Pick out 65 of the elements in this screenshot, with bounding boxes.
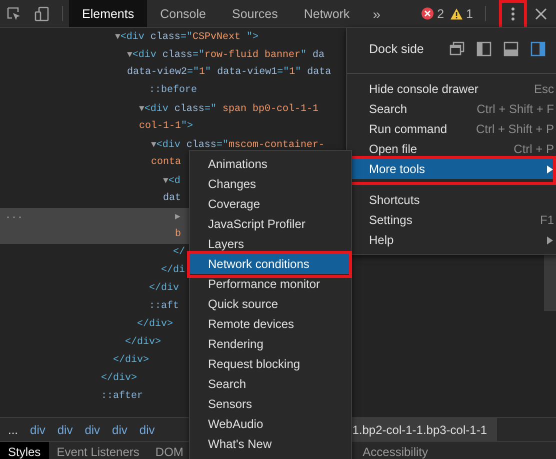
code-line: ::before [149,84,198,98]
code-line: col-1-1"> [139,120,194,134]
kebab-menu-icon [511,6,515,20]
shortcut-label: Ctrl + P [514,142,554,156]
code-line: ::after [101,390,144,404]
pane-tab[interactable]: Styles [0,442,49,459]
code-line: data-view2="1" data-view1="1" data [127,66,332,80]
menu-item[interactable]: Run command Ctrl + Shift + P [347,119,556,139]
menu-item[interactable]: Rendering [190,334,351,354]
breadcrumb[interactable]: div [51,418,79,441]
close-icon[interactable] [535,8,547,20]
shortcut-label: Esc [534,82,554,96]
inspect-icon[interactable] [6,6,22,22]
pane-tab[interactable]: DOM [147,442,192,459]
code-line: b [175,228,182,242]
code-line: </div> [137,318,174,332]
menu-item[interactable]: Network conditions [190,254,351,274]
menu-item[interactable]: Request blocking [190,354,351,374]
warning-count: 1 [466,6,473,20]
menu-item[interactable]: Search [190,374,351,394]
submenu-arrow-icon [546,236,554,244]
menu-item[interactable]: WebAudio [190,414,351,434]
pane-tab[interactable]: Accessibility [358,442,432,459]
panel-tab[interactable]: Elements [69,0,148,27]
code-line: ▼<div class="row-fluid banner" da [127,48,324,63]
error-count: 2 [437,6,444,20]
breadcrumb[interactable]: ... [0,418,24,441]
code-line: ▼<div class=" span bp0-col-1-1 [139,102,318,117]
panel-tab[interactable]: Sources [218,0,291,27]
breadcrumb[interactable]: div [106,418,134,441]
menu-item[interactable]: Remote devices [190,314,351,334]
code-line: </di [161,264,186,278]
shortcut-label: F1 [540,213,554,227]
code-line: ▼<div class="mscom-container- [151,138,324,153]
menu-item[interactable]: Hide console drawer Esc [347,79,556,99]
pane-tab[interactable]: Event Listeners [48,442,148,459]
breadcrumb[interactable]: div [133,418,161,441]
code-line: dat [163,192,182,206]
error-icon [421,7,434,20]
submenu-arrow-icon [546,164,554,174]
dock-side-label: Dock side [369,42,425,56]
menu-item[interactable]: Performance monitor [190,274,351,294]
panel-tab[interactable]: Console [147,0,219,27]
code-line: ▼<d [163,174,180,189]
code-line: conta [151,156,182,170]
code-line: </div> [125,336,162,350]
device-icon[interactable] [34,6,50,22]
breadcrumb[interactable]: div [78,418,106,441]
more-tabs-button[interactable]: » [362,0,390,27]
menu-item[interactable]: Sensors [190,394,351,414]
menu-item[interactable]: Search Ctrl + Shift + F [347,99,556,119]
code-line: ::aft [149,300,180,314]
code-line: </div> [113,354,150,368]
code-line: </div> [101,372,138,386]
code-line: ▶ [175,211,180,224]
code-line: </div [149,282,180,296]
shortcut-label: Ctrl + Shift + P [476,122,554,136]
menu-item[interactable]: Quick source [190,294,351,314]
breadcrumb[interactable]: div [24,418,52,441]
code-line: ▼<div class="CSPvNext "> [115,30,258,45]
code-line: </ [173,246,186,260]
panel-tab[interactable]: Network [290,0,363,27]
menu-item[interactable]: What's New [190,434,351,454]
warning-icon [450,8,464,20]
shortcut-label: Ctrl + Shift + F [476,102,554,116]
